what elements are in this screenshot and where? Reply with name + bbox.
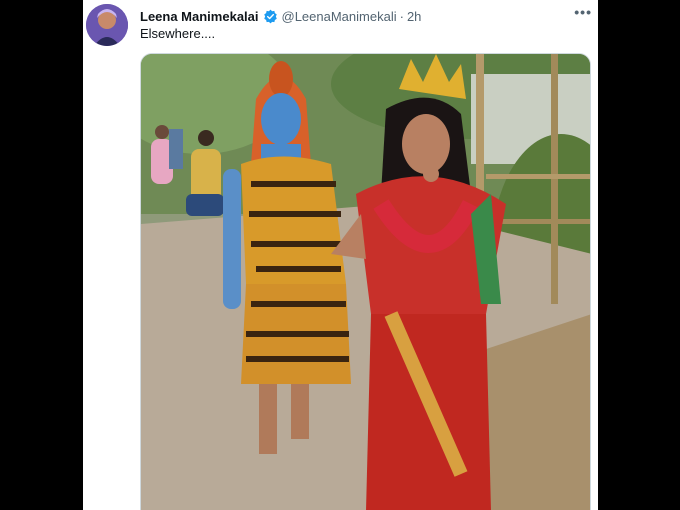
author-name[interactable]: Leena Manimekalai bbox=[140, 9, 259, 24]
header-separator: · bbox=[399, 8, 404, 24]
tweet-text: Elsewhere.... bbox=[140, 26, 216, 41]
tweet-timestamp[interactable]: 2h bbox=[407, 9, 421, 24]
more-options-icon[interactable]: ••• bbox=[574, 4, 592, 20]
tweet-header: Leena Manimekalai @LeenaManimekali · 2h bbox=[140, 6, 590, 26]
author-handle[interactable]: @LeenaManimekali bbox=[282, 9, 397, 24]
verified-badge-icon bbox=[263, 9, 278, 24]
tweet-card[interactable]: Leena Manimekalai @LeenaManimekali · 2h … bbox=[83, 0, 598, 510]
author-avatar[interactable] bbox=[86, 4, 128, 46]
tweet-media-photo[interactable] bbox=[140, 53, 591, 510]
